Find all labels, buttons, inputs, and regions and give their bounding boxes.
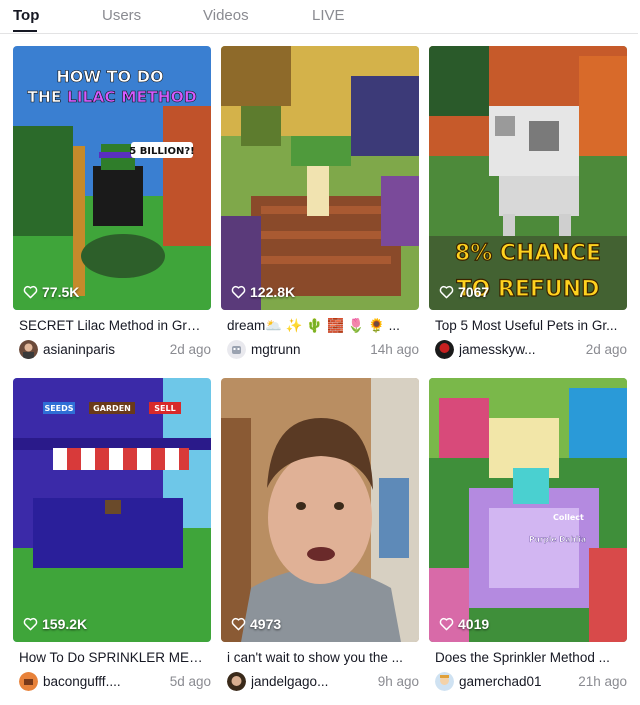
video-title[interactable]: i can't wait to show you the ... [227, 650, 413, 665]
heart-outline-icon [231, 617, 246, 631]
like-count: 122.8K [231, 284, 295, 300]
post-age: 21h ago [578, 673, 627, 689]
video-meta: jandelgago... 9h ago [227, 670, 419, 692]
overlay-seeds: SEEDS [44, 404, 73, 413]
video-thumbnail[interactable]: SEEDS GARDEN SELL 159.2K [13, 378, 211, 642]
post-age: 14h ago [370, 341, 419, 357]
heart-outline-icon [439, 617, 454, 631]
video-title[interactable]: Does the Sprinkler Method ... [435, 650, 621, 665]
avatar[interactable] [435, 339, 454, 359]
like-count: 7067 [439, 284, 489, 300]
video-meta: gamerchad01 21h ago [435, 670, 627, 692]
avatar[interactable] [19, 671, 38, 691]
like-count-value: 122.8K [250, 284, 296, 300]
svg-text:THE LILAC METHOD: THE LILAC METHOD [27, 88, 197, 106]
search-tabs: Top Users Videos LIVE [0, 0, 638, 34]
video-thumbnail[interactable]: 4973 [221, 378, 419, 642]
like-count: 159.2K [23, 616, 87, 632]
author-name[interactable]: asianinparis [43, 342, 170, 357]
author-name[interactable]: bacongufff.... [43, 674, 170, 689]
author-name[interactable]: gamerchad01 [459, 674, 578, 689]
like-count-value: 7067 [458, 284, 490, 300]
avatar[interactable] [435, 671, 454, 691]
video-thumbnail[interactable]: 122.8K [221, 46, 419, 310]
post-age: 5d ago [169, 673, 211, 689]
tab-users[interactable]: Users [102, 7, 141, 24]
overlay-line1: 8% CHANCE [455, 241, 601, 266]
video-title[interactable]: Top 5 Most Useful Pets in Gr... [435, 318, 621, 333]
avatar[interactable] [19, 339, 38, 359]
heart-outline-icon [231, 285, 246, 299]
heart-outline-icon [23, 285, 38, 299]
overlay-line1: HOW TO DO [56, 67, 163, 86]
overlay-line2a: THE [27, 88, 67, 106]
like-count-value: 159.2K [42, 616, 88, 632]
like-count-value: 4019 [458, 616, 490, 632]
heart-outline-icon [23, 617, 38, 631]
like-count-value: 4973 [250, 616, 282, 632]
author-name[interactable]: mgtrunn [251, 342, 370, 357]
overlay-label2: Purple Dahlia [529, 535, 586, 544]
heart-outline-icon [439, 285, 454, 299]
like-count-value: 77.5K [42, 284, 80, 300]
video-meta: asianinparis 2d ago [19, 338, 211, 360]
author-name[interactable]: jamesskyw... [459, 342, 586, 357]
avatar[interactable] [227, 339, 246, 359]
post-age: 2d ago [169, 341, 211, 357]
like-count: 77.5K [23, 284, 79, 300]
tab-videos[interactable]: Videos [203, 7, 249, 24]
like-count: 4019 [439, 616, 489, 632]
video-title[interactable]: SECRET Lilac Method in Gro... [19, 318, 205, 333]
overlay-label1: Collect [553, 513, 584, 522]
like-count: 4973 [231, 616, 281, 632]
video-thumbnail[interactable]: 5 BILLION?! HOW TO DO THE LILAC METHOD 7… [13, 46, 211, 310]
overlay-sell: SELL [154, 404, 175, 413]
avatar[interactable] [227, 671, 246, 691]
video-meta: jamesskyw... 2d ago [435, 338, 627, 360]
video-thumbnail[interactable]: 8% CHANCE TO REFUND 7067 [429, 46, 627, 310]
active-tab-indicator [13, 30, 37, 32]
video-title[interactable]: How To Do SPRINKLER MET... [19, 650, 205, 665]
tab-top[interactable]: Top [13, 7, 39, 24]
author-name[interactable]: jandelgago... [251, 674, 378, 689]
video-title[interactable]: dream🌥️ ✨ 🌵 🧱 🌷 🌻 ... [227, 318, 413, 334]
overlay-badge: 5 BILLION?! [129, 146, 194, 157]
post-age: 9h ago [377, 673, 419, 689]
tab-live[interactable]: LIVE [312, 7, 345, 24]
overlay-garden: GARDEN [93, 404, 131, 413]
video-meta: mgtrunn 14h ago [227, 338, 419, 360]
video-meta: bacongufff.... 5d ago [19, 670, 211, 692]
video-thumbnail[interactable]: Collect Purple Dahlia 4019 [429, 378, 627, 642]
overlay-line2b: LILAC METHOD [67, 88, 197, 106]
post-age: 2d ago [585, 341, 627, 357]
